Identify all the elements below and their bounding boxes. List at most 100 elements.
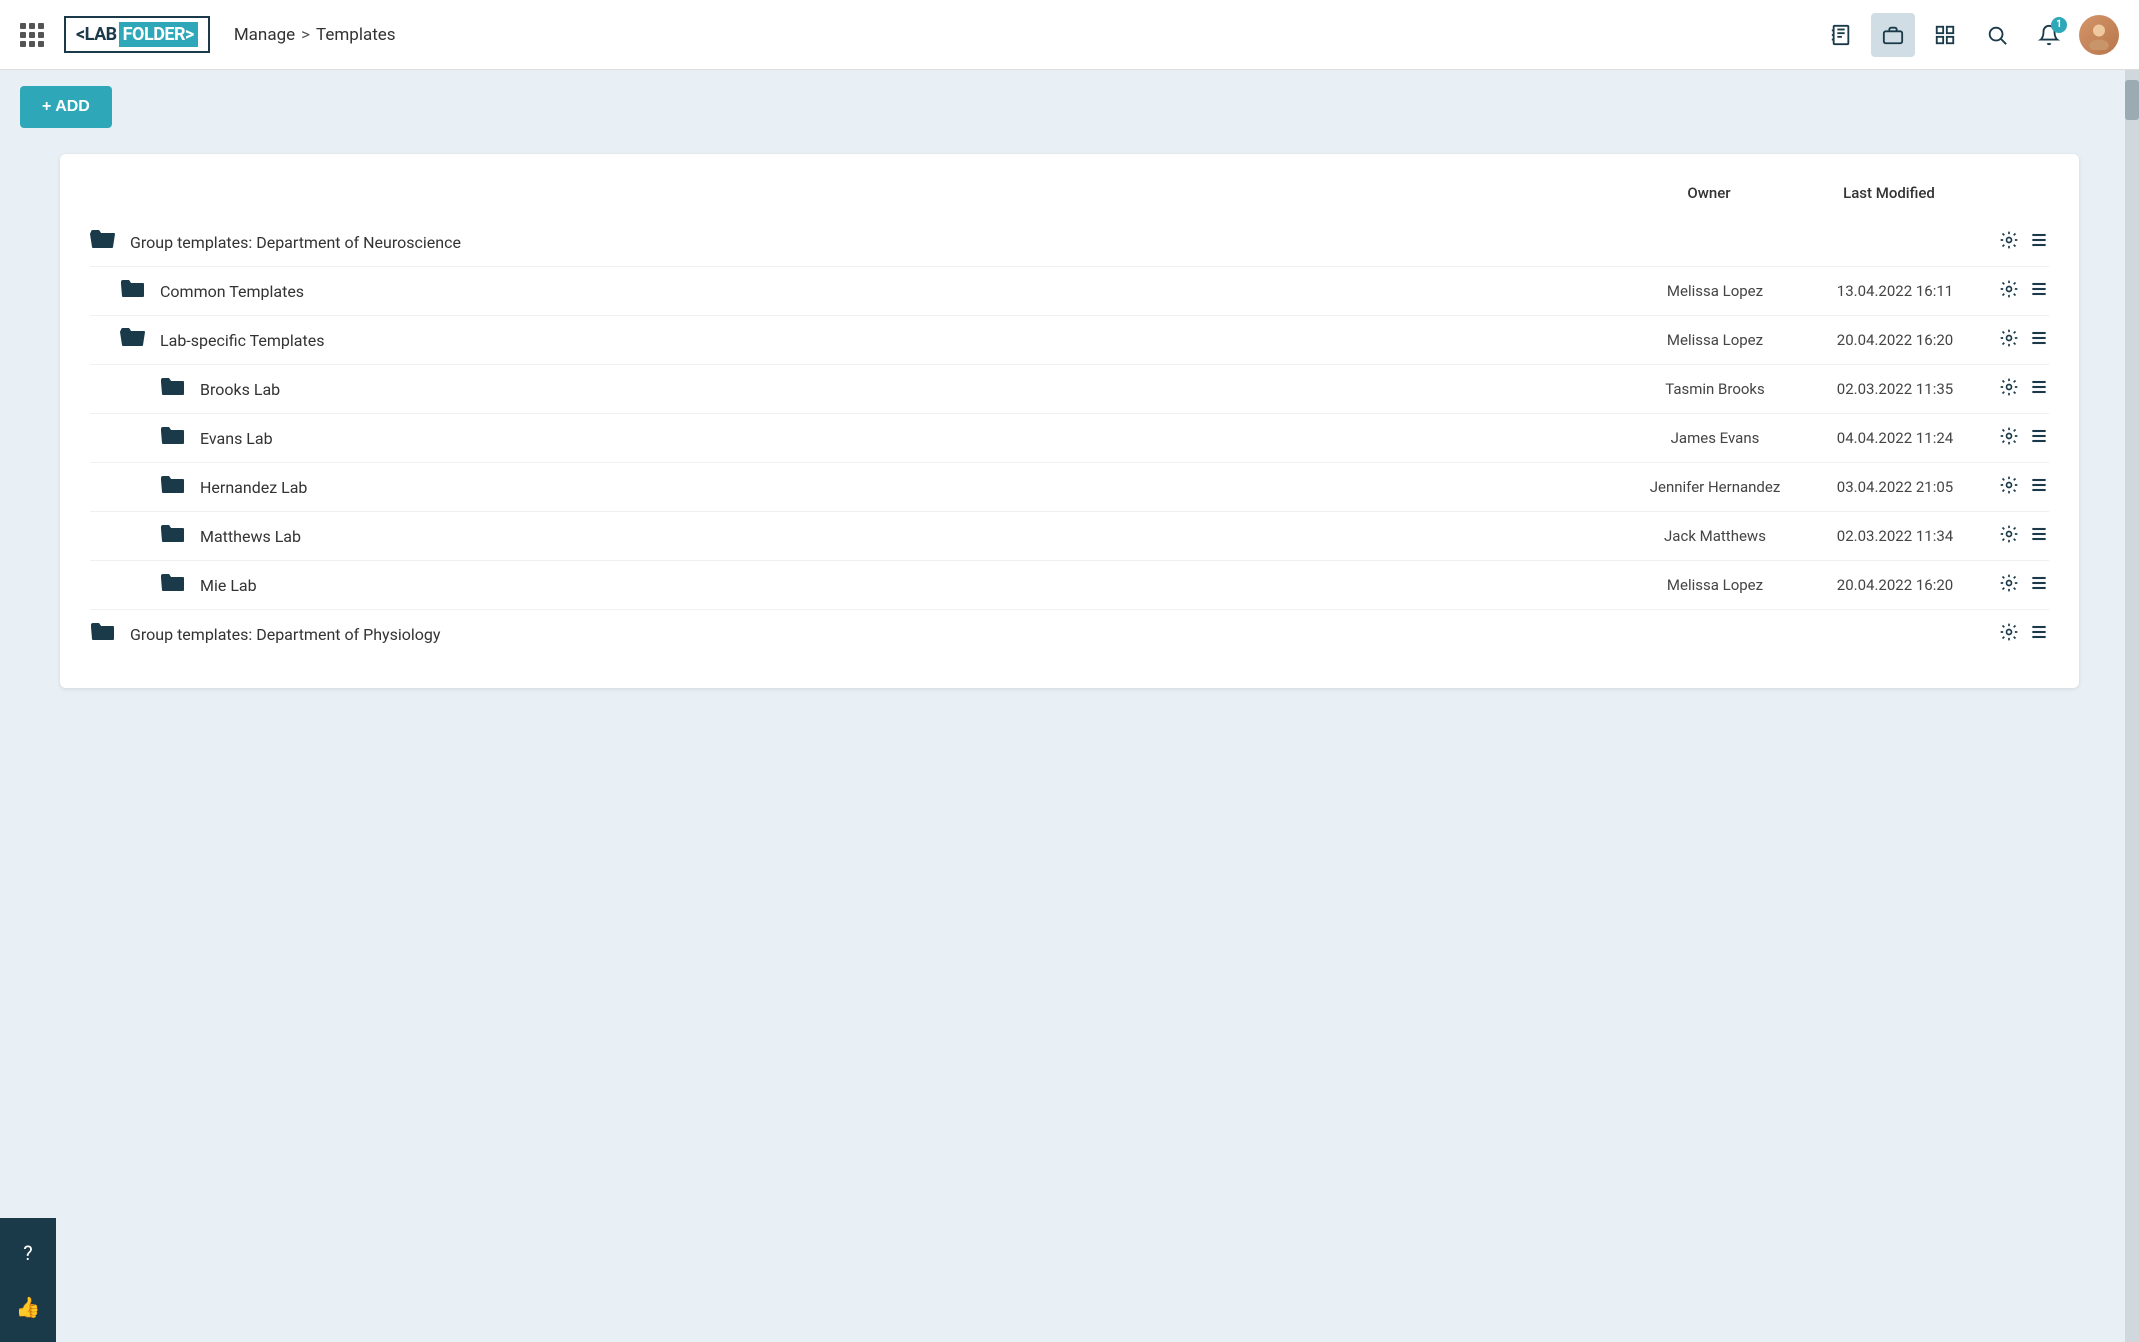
template-row-group-physiology[interactable]: Group templates: Department of Physiolog… [90, 610, 2049, 658]
row-actions-common-templates [1999, 279, 2049, 304]
breadcrumb-separator: > [301, 25, 310, 45]
app-grid-icon[interactable] [20, 23, 44, 47]
add-button[interactable]: + ADD [20, 86, 112, 128]
row-actions-evans-lab [1999, 426, 2049, 451]
row-actions-brooks-lab [1999, 377, 2049, 402]
app-header: <LAB FOLDER> Manage > Templates [0, 0, 2139, 70]
avatar[interactable] [2079, 15, 2119, 55]
folder-icon-common-templates [120, 277, 146, 305]
row-name-matthews-lab: Matthews Lab [200, 527, 1625, 546]
row-owner-evans-lab: James Evans [1625, 429, 1805, 447]
template-row-hernandez-lab[interactable]: Hernandez LabJennifer Hernandez03.04.202… [90, 463, 2049, 512]
template-row-group-neuroscience[interactable]: Group templates: Department of Neuroscie… [90, 218, 2049, 267]
template-row-brooks-lab[interactable]: Brooks LabTasmin Brooks02.03.2022 11:35 [90, 365, 2049, 414]
row-modified-common-templates: 13.04.2022 16:11 [1805, 282, 1985, 300]
template-row-common-templates[interactable]: Common TemplatesMelissa Lopez13.04.2022 … [90, 267, 2049, 316]
menu-icon-hernandez-lab[interactable] [2029, 475, 2049, 500]
sidebar-bottom: ? 👍 [0, 1218, 56, 1342]
briefcase-icon[interactable] [1871, 13, 1915, 57]
scrollbar[interactable] [2125, 70, 2139, 1342]
scroll-thumb[interactable] [2125, 80, 2139, 120]
row-modified-lab-specific-templates: 20.04.2022 16:20 [1805, 331, 1985, 349]
row-owner-brooks-lab: Tasmin Brooks [1625, 380, 1805, 398]
folder-icon-hernandez-lab [160, 473, 186, 501]
row-actions-group-neuroscience [1999, 230, 2049, 255]
row-name-group-physiology: Group templates: Department of Physiolog… [130, 625, 1625, 644]
menu-icon-evans-lab[interactable] [2029, 426, 2049, 451]
gear-icon-lab-specific-templates[interactable] [1999, 328, 2019, 353]
template-row-evans-lab[interactable]: Evans LabJames Evans04.04.2022 11:24 [90, 414, 2049, 463]
breadcrumb-manage[interactable]: Manage [234, 25, 295, 45]
row-actions-group-physiology [1999, 622, 2049, 647]
breadcrumb: Manage > Templates [234, 25, 396, 45]
gear-icon-common-templates[interactable] [1999, 279, 2019, 304]
template-row-matthews-lab[interactable]: Matthews LabJack Matthews02.03.2022 11:3… [90, 512, 2049, 561]
header-right: 1 [1819, 13, 2119, 57]
gear-icon-group-physiology[interactable] [1999, 622, 2019, 647]
folder-icon-matthews-lab [160, 522, 186, 550]
row-modified-hernandez-lab: 03.04.2022 21:05 [1805, 478, 1985, 496]
main-content: Owner Last Modified Group templates: Dep… [0, 144, 2139, 728]
row-name-group-neuroscience: Group templates: Department of Neuroscie… [130, 233, 1625, 252]
folder-icon-group-physiology [90, 620, 116, 648]
gear-icon-hernandez-lab[interactable] [1999, 475, 2019, 500]
folder-icon-evans-lab [160, 424, 186, 452]
menu-icon-group-neuroscience[interactable] [2029, 230, 2049, 255]
gear-icon-mie-lab[interactable] [1999, 573, 2019, 598]
column-modified-label: Last Modified [1799, 184, 1979, 202]
row-owner-mie-lab: Melissa Lopez [1625, 576, 1805, 594]
row-name-hernandez-lab: Hernandez Lab [200, 478, 1625, 497]
notebook-icon[interactable] [1819, 13, 1863, 57]
row-name-evans-lab: Evans Lab [200, 429, 1625, 448]
thumbs-up-label: 👍 [16, 1295, 41, 1319]
row-modified-brooks-lab: 02.03.2022 11:35 [1805, 380, 1985, 398]
gear-icon-brooks-lab[interactable] [1999, 377, 2019, 402]
help-icon[interactable]: ? [3, 1228, 53, 1278]
folder-icon-brooks-lab [160, 375, 186, 403]
menu-icon-group-physiology[interactable] [2029, 622, 2049, 647]
menu-icon-common-templates[interactable] [2029, 279, 2049, 304]
row-modified-mie-lab: 20.04.2022 16:20 [1805, 576, 1985, 594]
gear-icon-matthews-lab[interactable] [1999, 524, 2019, 549]
breadcrumb-page-title: Templates [316, 25, 396, 45]
row-modified-evans-lab: 04.04.2022 11:24 [1805, 429, 1985, 447]
row-owner-hernandez-lab: Jennifer Hernandez [1625, 478, 1805, 496]
row-name-brooks-lab: Brooks Lab [200, 380, 1625, 399]
logo[interactable]: <LAB FOLDER> [64, 16, 210, 53]
template-row-mie-lab[interactable]: Mie LabMelissa Lopez20.04.2022 16:20 [90, 561, 2049, 610]
menu-icon-brooks-lab[interactable] [2029, 377, 2049, 402]
row-owner-lab-specific-templates: Melissa Lopez [1625, 331, 1805, 349]
notification-badge: 1 [2051, 17, 2067, 33]
toolbar: + ADD [0, 70, 2139, 144]
menu-icon-matthews-lab[interactable] [2029, 524, 2049, 549]
row-actions-lab-specific-templates [1999, 328, 2049, 353]
menu-icon-mie-lab[interactable] [2029, 573, 2049, 598]
row-name-lab-specific-templates: Lab-specific Templates [160, 331, 1625, 350]
menu-icon-lab-specific-templates[interactable] [2029, 328, 2049, 353]
row-name-common-templates: Common Templates [160, 282, 1625, 301]
gear-icon-evans-lab[interactable] [1999, 426, 2019, 451]
column-headers: Owner Last Modified [90, 174, 2049, 218]
row-name-mie-lab: Mie Lab [200, 576, 1625, 595]
search-icon[interactable] [1975, 13, 2019, 57]
logo-text-part2: FOLDER> [119, 22, 198, 47]
dashboard-icon[interactable] [1923, 13, 1967, 57]
row-actions-matthews-lab [1999, 524, 2049, 549]
gear-icon-group-neuroscience[interactable] [1999, 230, 2019, 255]
help-icon-label: ? [23, 1241, 32, 1265]
thumbs-up-icon[interactable]: 👍 [3, 1282, 53, 1332]
column-owner-label: Owner [1619, 184, 1799, 202]
folder-icon-group-neuroscience [90, 228, 116, 256]
row-owner-matthews-lab: Jack Matthews [1625, 527, 1805, 545]
templates-list: Group templates: Department of Neuroscie… [90, 218, 2049, 658]
row-actions-mie-lab [1999, 573, 2049, 598]
row-modified-matthews-lab: 02.03.2022 11:34 [1805, 527, 1985, 545]
notification-icon[interactable]: 1 [2027, 13, 2071, 57]
avatar-image [2079, 15, 2119, 55]
templates-card: Owner Last Modified Group templates: Dep… [60, 154, 2079, 688]
folder-icon-mie-lab [160, 571, 186, 599]
row-actions-hernandez-lab [1999, 475, 2049, 500]
folder-icon-lab-specific-templates [120, 326, 146, 354]
logo-text-part1: <LAB [76, 24, 117, 45]
template-row-lab-specific-templates[interactable]: Lab-specific TemplatesMelissa Lopez20.04… [90, 316, 2049, 365]
